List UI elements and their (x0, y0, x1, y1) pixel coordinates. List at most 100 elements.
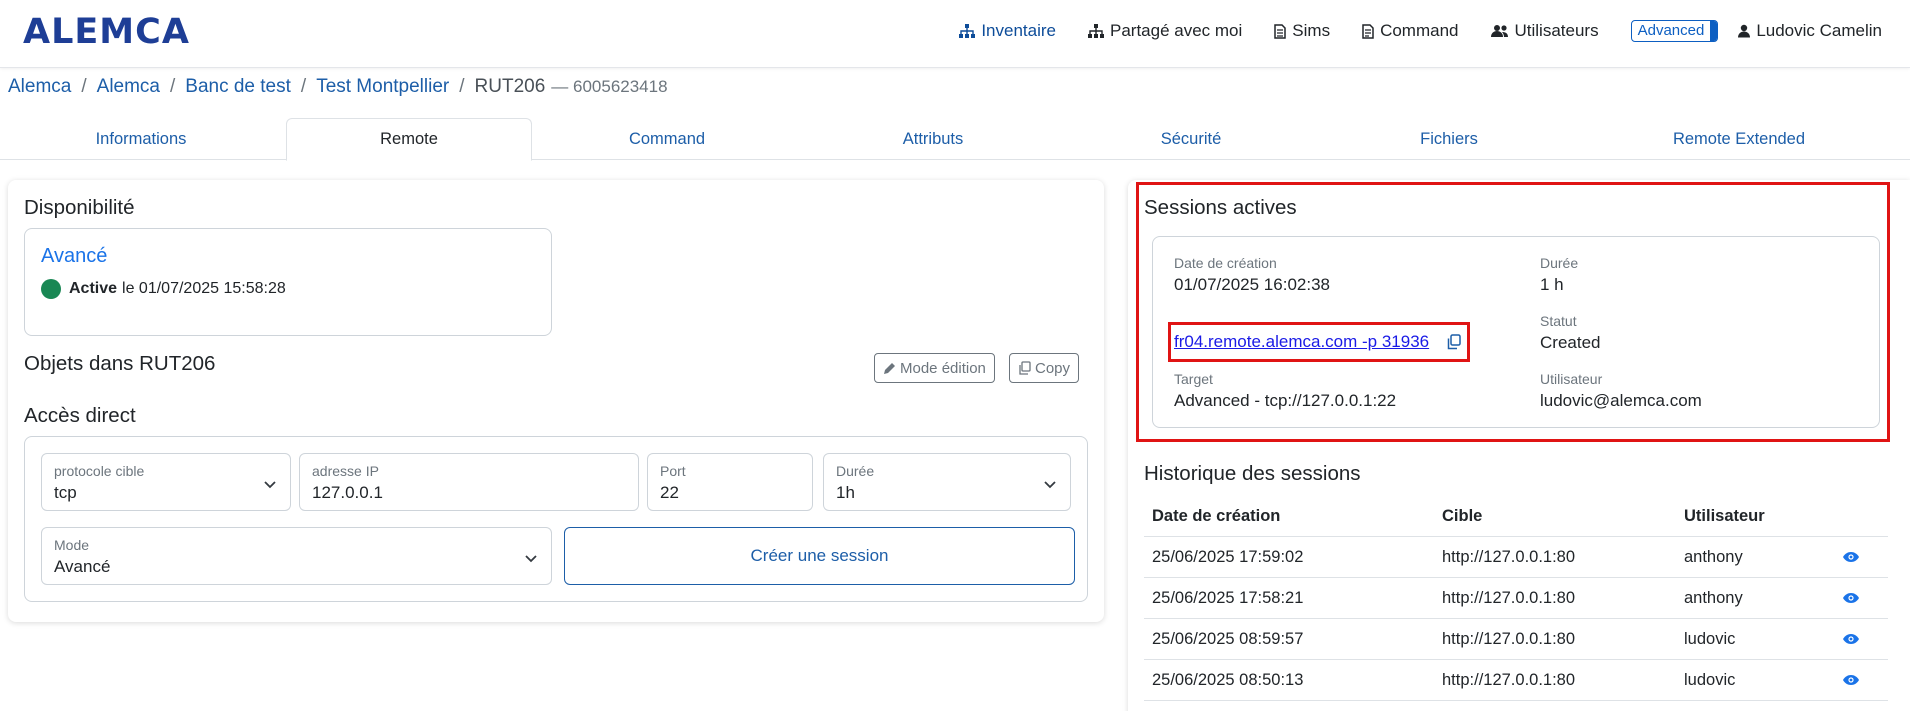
create-session-button[interactable]: Créer une session (564, 527, 1075, 585)
breadcrumb-separator: / (81, 76, 87, 97)
tab-fichiers[interactable]: Fichiers (1318, 118, 1580, 160)
availability-name[interactable]: Avancé (41, 245, 107, 268)
sitemap-icon (959, 24, 976, 38)
row-target: http://127.0.0.1:80 (1442, 588, 1576, 607)
protocol-value: tcp (54, 483, 77, 502)
table-row: 25/06/2025 08:59:57 http://127.0.0.1:80 … (1144, 619, 1888, 660)
col-user: Utilisateur (1684, 506, 1765, 525)
port-value: 22 (660, 483, 679, 502)
availability-box: Avancé Active le 01/07/2025 15:58:28 (24, 228, 552, 336)
tab-remote-extended[interactable]: Remote Extended (1584, 118, 1894, 160)
availability-status: Active le 01/07/2025 15:58:28 (41, 279, 286, 299)
mode-value: Avancé (54, 557, 111, 576)
table-row: 25/06/2025 17:58:21 http://127.0.0.1:80 … (1144, 578, 1888, 619)
command-highlight (1168, 322, 1470, 362)
status-value: Created (1540, 333, 1601, 352)
breadcrumb-link[interactable]: Banc de test (185, 76, 291, 98)
breadcrumb-separator: / (170, 76, 176, 97)
tab-remote[interactable]: Remote (286, 118, 532, 161)
share-tree-icon (1088, 24, 1104, 38)
tab-command[interactable]: Command (536, 118, 798, 160)
active-sessions-title: Sessions actives (1144, 196, 1297, 219)
created-value: 01/07/2025 16:02:38 (1174, 275, 1330, 294)
eye-icon[interactable] (1842, 660, 1860, 700)
row-date: 25/06/2025 17:59:02 (1152, 547, 1304, 566)
status-label: Active (69, 280, 118, 297)
duration-label: Durée (836, 463, 875, 479)
breadcrumb-link[interactable]: Alemca (97, 76, 160, 98)
nav-item-utilisateurs[interactable]: Utilisateurs (1490, 21, 1599, 41)
history-title: Historique des sessions (1144, 462, 1361, 485)
nav-label: Command (1380, 21, 1459, 40)
row-target: http://127.0.0.1:80 (1442, 547, 1576, 566)
row-date: 25/06/2025 08:59:57 (1152, 629, 1304, 648)
top-navbar: ALEMCA Inventaire Partagé avec moi Sims … (0, 0, 1910, 68)
breadcrumb-link[interactable]: Alemca (8, 76, 71, 98)
tab-bar: Informations Remote Command Attributs Sé… (0, 118, 1910, 161)
status-dot-icon (41, 279, 61, 299)
user-label: Utilisateur (1540, 371, 1603, 387)
eye-icon[interactable] (1842, 537, 1860, 577)
nav-label: Sims (1292, 21, 1331, 40)
breadcrumb-separator: / (300, 76, 307, 97)
chevron-down-icon (525, 550, 537, 568)
nav-user-menu[interactable]: Ludovic Camelin (1738, 21, 1882, 41)
mode-toggle[interactable]: Advanced (1630, 20, 1719, 42)
row-target: http://127.0.0.1:80 (1442, 629, 1576, 648)
row-user: ludovic (1684, 670, 1736, 689)
tab-informations[interactable]: Informations (0, 118, 282, 160)
tab-attributs[interactable]: Attributs (802, 118, 1064, 160)
nav-item-sims[interactable]: Sims (1274, 21, 1330, 41)
mode-select[interactable]: Mode Avancé (41, 527, 552, 585)
direct-access-title: Accès direct (24, 404, 136, 427)
ip-label: adresse IP (312, 463, 379, 479)
user-name: Ludovic Camelin (1756, 21, 1882, 40)
col-target: Cible (1442, 506, 1483, 525)
ip-address-field[interactable]: adresse IP 127.0.0.1 (299, 453, 639, 511)
users-icon (1490, 24, 1509, 38)
row-date: 25/06/2025 08:50:13 (1152, 670, 1304, 689)
nav-label: Inventaire (981, 21, 1056, 40)
breadcrumb-link[interactable]: Test Montpellier (316, 76, 449, 98)
user-value: ludovic@alemca.com (1540, 391, 1702, 410)
row-date: 25/06/2025 17:58:21 (1152, 588, 1304, 607)
row-target: http://127.0.0.1:80 (1442, 670, 1576, 689)
edit-mode-button[interactable]: Mode édition (874, 353, 995, 383)
status-date: le 01/07/2025 15:58:28 (122, 280, 286, 297)
table-row: 25/06/2025 17:59:02 http://127.0.0.1:80 … (1144, 537, 1888, 578)
sim-card-icon (1274, 23, 1287, 39)
copy-label: Copy (1035, 359, 1071, 377)
breadcrumb: Alemca / Alemca / Banc de test / Test Mo… (8, 76, 668, 98)
nav-item-inventaire[interactable]: Inventaire (959, 21, 1056, 41)
table-header: Date de création Cible Utilisateur (1144, 496, 1888, 537)
col-date: Date de création (1152, 506, 1281, 525)
duration-select[interactable]: Durée 1h (823, 453, 1071, 511)
duration-label: Durée (1540, 255, 1579, 271)
protocol-select[interactable]: protocole cible tcp (41, 453, 291, 511)
row-user: anthony (1684, 547, 1743, 566)
port-field[interactable]: Port 22 (647, 453, 813, 511)
target-label: Target (1174, 371, 1213, 387)
nav-menu: Inventaire Partagé avec moi Sims Command… (927, 20, 1882, 42)
nav-item-partage[interactable]: Partagé avec moi (1088, 21, 1242, 41)
chevron-down-icon (1044, 476, 1056, 494)
eye-icon[interactable] (1842, 578, 1860, 618)
objects-title: Objets dans RUT206 (24, 352, 216, 375)
logo[interactable]: ALEMCA (23, 12, 190, 52)
tab-securite[interactable]: Sécurité (1068, 118, 1314, 160)
user-icon (1738, 24, 1751, 38)
port-label: Port (660, 463, 686, 479)
copy-button[interactable]: Copy (1009, 353, 1080, 383)
chevron-down-icon (264, 476, 276, 494)
document-icon (1362, 23, 1374, 39)
breadcrumb-current: RUT206 (474, 76, 546, 97)
duration-value: 1h (836, 483, 855, 502)
copy-icon (1018, 361, 1031, 375)
eye-icon[interactable] (1842, 619, 1860, 659)
row-user: ludovic (1684, 629, 1736, 648)
status-label: Statut (1540, 313, 1577, 329)
availability-title: Disponibilité (24, 196, 135, 219)
nav-item-command[interactable]: Command (1362, 21, 1459, 41)
nav-label: Utilisateurs (1514, 21, 1599, 40)
created-label: Date de création (1174, 255, 1277, 271)
